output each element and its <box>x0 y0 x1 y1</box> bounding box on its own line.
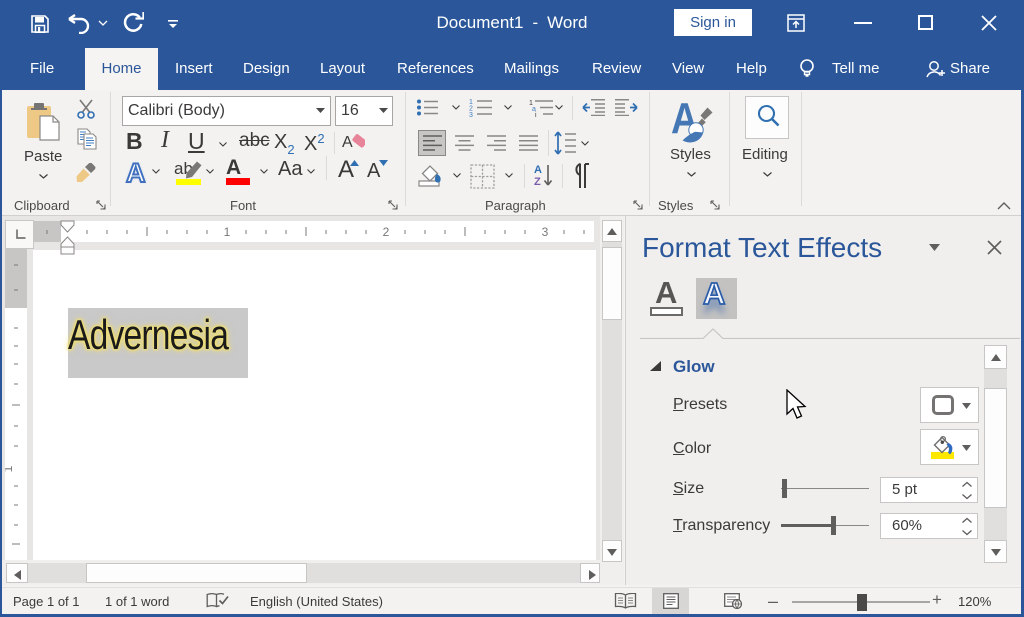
svg-text:A: A <box>342 134 353 151</box>
svg-text:Z: Z <box>534 176 541 188</box>
svg-text:2: 2 <box>383 225 390 239</box>
svg-text:1: 1 <box>5 465 15 472</box>
svg-text:i: i <box>535 112 537 117</box>
svg-text:A: A <box>534 164 542 176</box>
svg-text:3: 3 <box>469 112 473 117</box>
svg-text:1: 1 <box>224 225 231 239</box>
svg-text:3: 3 <box>542 225 549 239</box>
